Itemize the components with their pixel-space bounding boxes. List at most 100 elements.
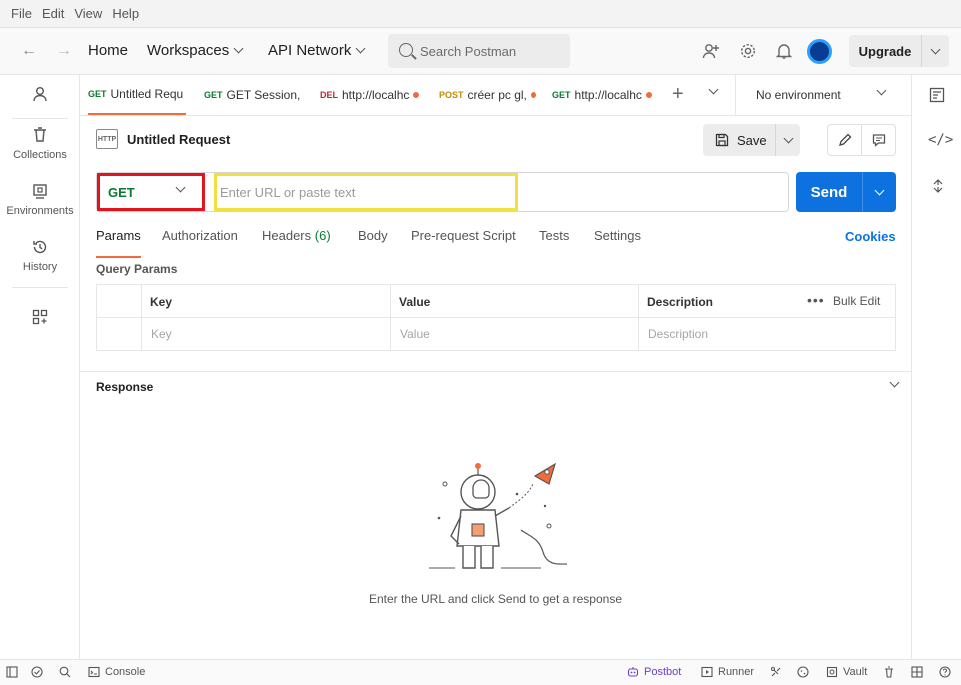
sidebar-item-history[interactable]: History — [0, 239, 80, 273]
menu-edit[interactable]: Edit — [37, 6, 69, 21]
runner-button[interactable]: Runner — [701, 666, 754, 678]
divider — [12, 118, 68, 119]
request-tab[interactable]: GET Untitled Requ — [88, 75, 186, 115]
save-disk-icon — [715, 133, 729, 147]
save-label: Save — [737, 132, 767, 148]
menu-help[interactable]: Help — [107, 6, 144, 21]
postbot-button[interactable]: Postbot — [627, 666, 681, 678]
history-icon — [32, 239, 48, 255]
sidebar-item-collections[interactable]: Collections — [0, 127, 80, 161]
vault-button[interactable]: Vault — [826, 666, 867, 678]
sidebar-item-apps[interactable] — [0, 309, 80, 331]
start-proxy-icon[interactable] — [770, 666, 782, 678]
search-box[interactable]: Search Postman — [388, 34, 570, 68]
cookies-icon[interactable] — [797, 666, 809, 678]
tab-params[interactable]: Params — [96, 228, 141, 258]
tabs-overflow-chevron-icon[interactable] — [708, 84, 719, 95]
bell-icon[interactable] — [775, 42, 793, 60]
request-tab[interactable]: GET GET Session, — [204, 75, 304, 115]
request-title[interactable]: Untitled Request — [127, 132, 230, 147]
description-input[interactable]: Description — [648, 327, 708, 341]
chevron-down-icon — [233, 43, 244, 54]
forward-arrow-icon[interactable]: → — [56, 42, 72, 60]
environment-quick-look-icon[interactable] — [929, 87, 945, 106]
tab-body[interactable]: Body — [358, 228, 388, 258]
method-selector[interactable]: GET — [97, 173, 205, 211]
sidebar-item-label: Collections — [13, 149, 67, 161]
tab-settings[interactable]: Settings — [594, 228, 641, 258]
console-button[interactable]: Console — [88, 666, 145, 678]
tab-headers[interactable]: Headers (6) — [262, 228, 331, 258]
bulk-edit-button[interactable]: Bulk Edit — [833, 294, 880, 308]
unsaved-dot-icon — [645, 92, 652, 98]
sidebar-item-environments[interactable]: Environments — [0, 183, 80, 217]
gear-icon[interactable] — [739, 42, 757, 60]
http-icon: HTTP — [96, 129, 118, 149]
chevron-down-icon — [876, 85, 887, 96]
request-tab[interactable]: DEL http://localhc — [320, 75, 420, 115]
save-button[interactable]: Save — [703, 124, 800, 156]
toggle-sidebar-icon[interactable] — [6, 666, 18, 678]
chevron-down-icon — [783, 133, 793, 143]
tab-label: http://localhc — [342, 88, 410, 102]
online-status-icon[interactable] — [31, 666, 43, 678]
tab-method: GET — [552, 90, 571, 100]
back-arrow-icon[interactable]: ← — [21, 42, 37, 60]
cookies-link[interactable]: Cookies — [845, 229, 896, 244]
trash-icon[interactable] — [883, 666, 895, 678]
request-tab-bar: GET Untitled Requ GET GET Session, DEL h… — [80, 75, 911, 116]
tab-authorization[interactable]: Authorization — [162, 228, 238, 258]
console-icon — [88, 666, 100, 678]
search-placeholder: Search Postman — [420, 43, 517, 59]
tab-tests[interactable]: Tests — [539, 228, 569, 258]
send-button[interactable]: Send — [796, 172, 896, 212]
new-tab-plus-icon[interactable]: + — [672, 83, 684, 106]
api-network-menu[interactable]: API Network — [268, 42, 366, 59]
api-network-label: API Network — [268, 42, 352, 59]
request-tab[interactable]: GET http://localhc — [552, 75, 652, 115]
tab-method: POST — [439, 90, 464, 100]
environment-selector[interactable]: No environment — [735, 75, 905, 115]
workspaces-label: Workspaces — [147, 42, 230, 59]
tab-method: DEL — [320, 90, 338, 100]
column-header-key: Key — [150, 295, 173, 309]
top-bar: ← → Home Workspaces API Network Search P… — [0, 28, 961, 75]
save-dropdown[interactable] — [776, 133, 800, 143]
divider — [12, 287, 68, 288]
divider — [80, 371, 911, 372]
comment-icon[interactable] — [862, 125, 895, 155]
query-params-title: Query Params — [96, 262, 178, 276]
url-input[interactable] — [214, 173, 518, 211]
help-icon[interactable] — [939, 666, 951, 678]
search-icon — [399, 43, 413, 57]
tab-pre-request-script[interactable]: Pre-request Script — [411, 228, 516, 258]
pencil-icon[interactable] — [828, 125, 862, 155]
vault-label: Vault — [843, 666, 868, 678]
workspaces-menu[interactable]: Workspaces — [147, 42, 244, 59]
more-options-icon[interactable]: ••• — [807, 292, 825, 308]
chevron-down-icon — [930, 44, 941, 54]
menu-file[interactable]: File — [6, 6, 37, 21]
upgrade-dropdown[interactable] — [922, 44, 949, 54]
send-dropdown[interactable] — [863, 185, 896, 195]
find-icon[interactable] — [59, 666, 71, 678]
menu-view[interactable]: View — [69, 6, 107, 21]
value-input[interactable]: Value — [400, 327, 430, 341]
upgrade-button[interactable]: Upgrade — [849, 35, 949, 67]
save-button-inner: Save — [703, 133, 775, 148]
avatar[interactable] — [807, 39, 832, 64]
related-collections-icon[interactable] — [931, 179, 945, 196]
code-icon[interactable]: </> — [928, 132, 953, 148]
request-tab[interactable]: POST créer pc gl, — [439, 75, 536, 115]
home-link[interactable]: Home — [88, 42, 128, 59]
sidebar-item-label: History — [22, 261, 58, 273]
invite-user-icon[interactable] — [702, 42, 720, 60]
key-input[interactable]: Key — [151, 327, 172, 341]
left-sidebar: Collections Environments History — [0, 75, 80, 659]
sidebar-item-user[interactable] — [0, 86, 80, 108]
response-collapse-chevron-icon[interactable] — [889, 377, 900, 388]
tab-label: créer pc gl, — [467, 88, 527, 102]
edit-comment-group — [827, 124, 896, 156]
response-empty-message: Enter the URL and click Send to get a re… — [368, 592, 623, 606]
two-pane-view-icon[interactable] — [911, 666, 923, 678]
